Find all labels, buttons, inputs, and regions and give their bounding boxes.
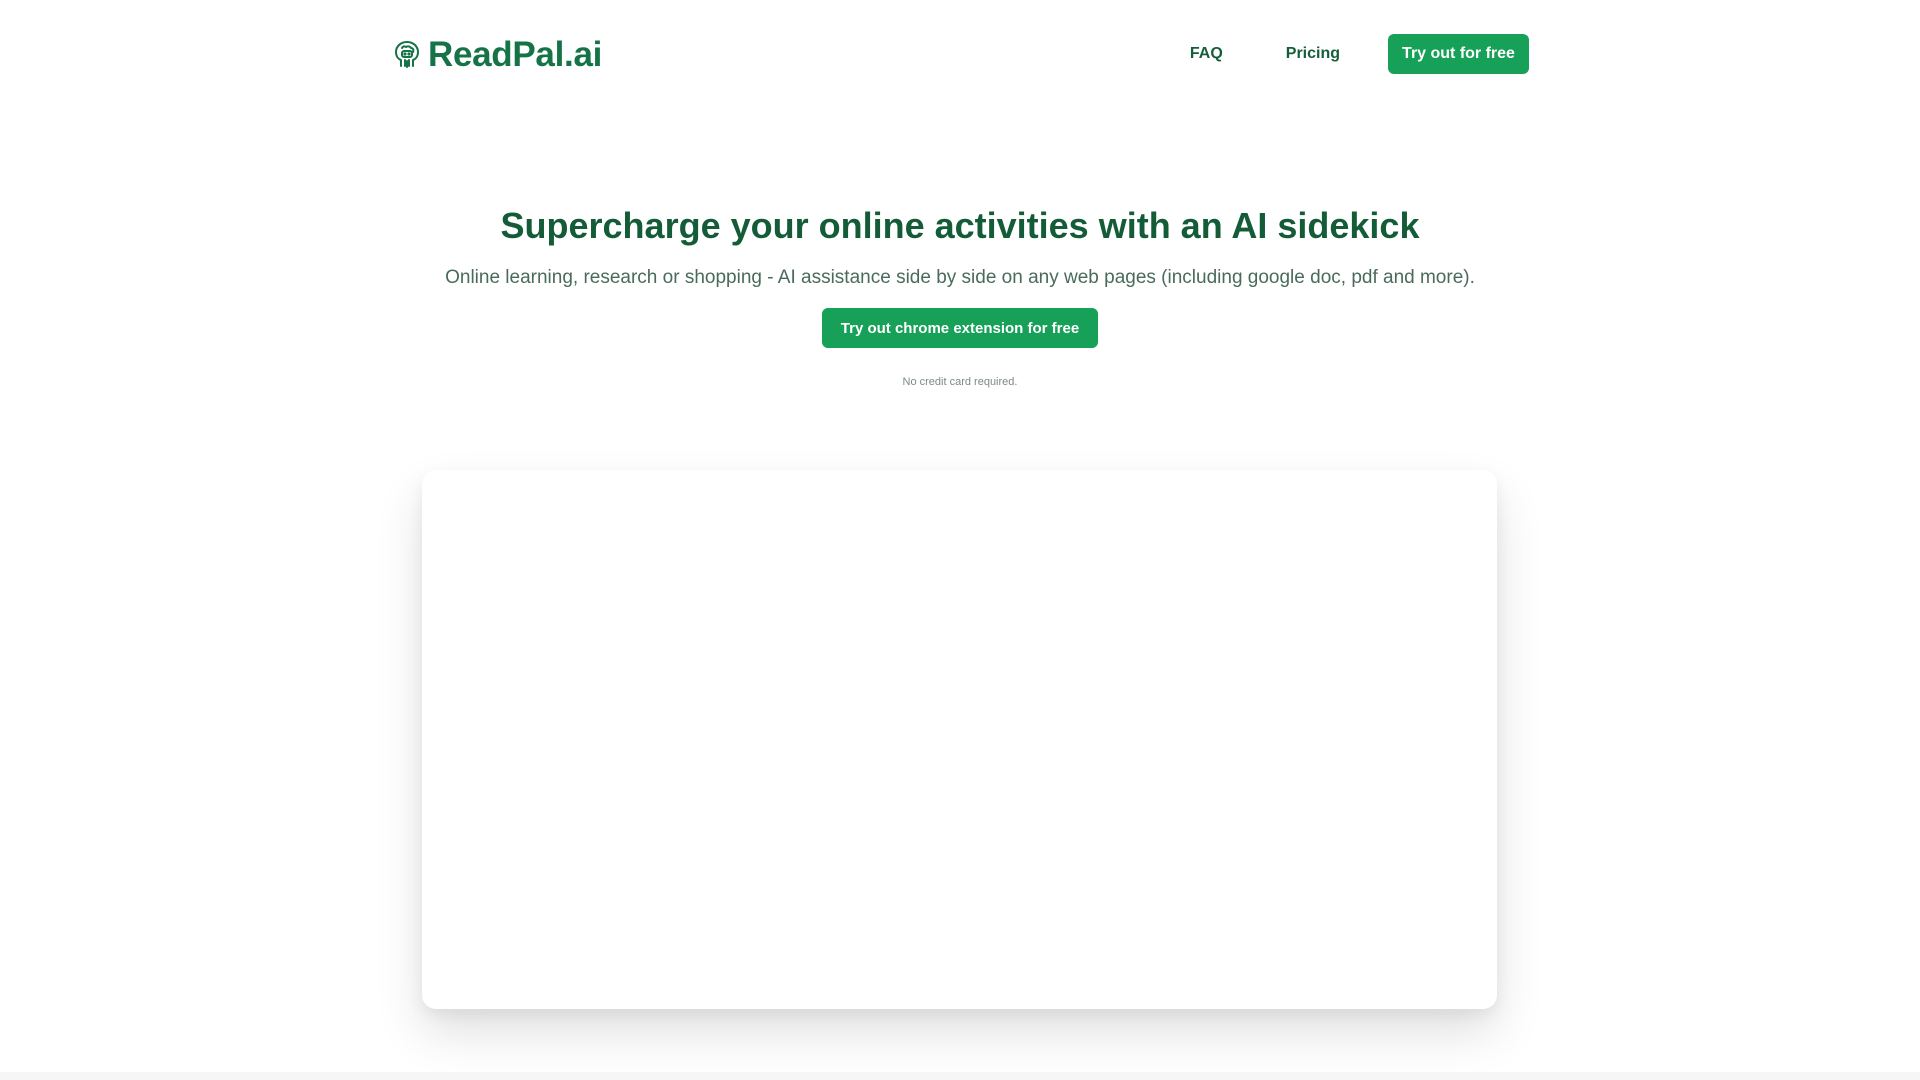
no-credit-card-note: No credit card required. [902, 376, 1018, 388]
hero-title: Supercharge your online activities with … [500, 205, 1420, 246]
brand-logo-link[interactable]: ReadPal.ai [392, 34, 602, 74]
landing-page: ReadPal.ai FAQ Pricing Try out for free … [0, 0, 1920, 1080]
brand-name: ReadPal.ai [428, 34, 603, 74]
nav-link-pricing[interactable]: Pricing [1286, 45, 1340, 63]
try-chrome-extension-button[interactable]: Try out chrome extension for free [822, 308, 1098, 348]
demo-preview-card [422, 470, 1497, 1009]
brain-chat-icon [392, 38, 422, 70]
hero-subtitle: Online learning, research or shopping - … [445, 267, 1475, 288]
try-free-button[interactable]: Try out for free [1388, 34, 1529, 74]
hero-cta-container: Try out chrome extension for free [0, 308, 1920, 348]
nav-link-faq[interactable]: FAQ [1190, 45, 1223, 63]
site-header: ReadPal.ai FAQ Pricing Try out for free [0, 0, 1920, 110]
section-divider [0, 1072, 1920, 1080]
main-nav: FAQ Pricing Try out for free [1190, 34, 1529, 74]
